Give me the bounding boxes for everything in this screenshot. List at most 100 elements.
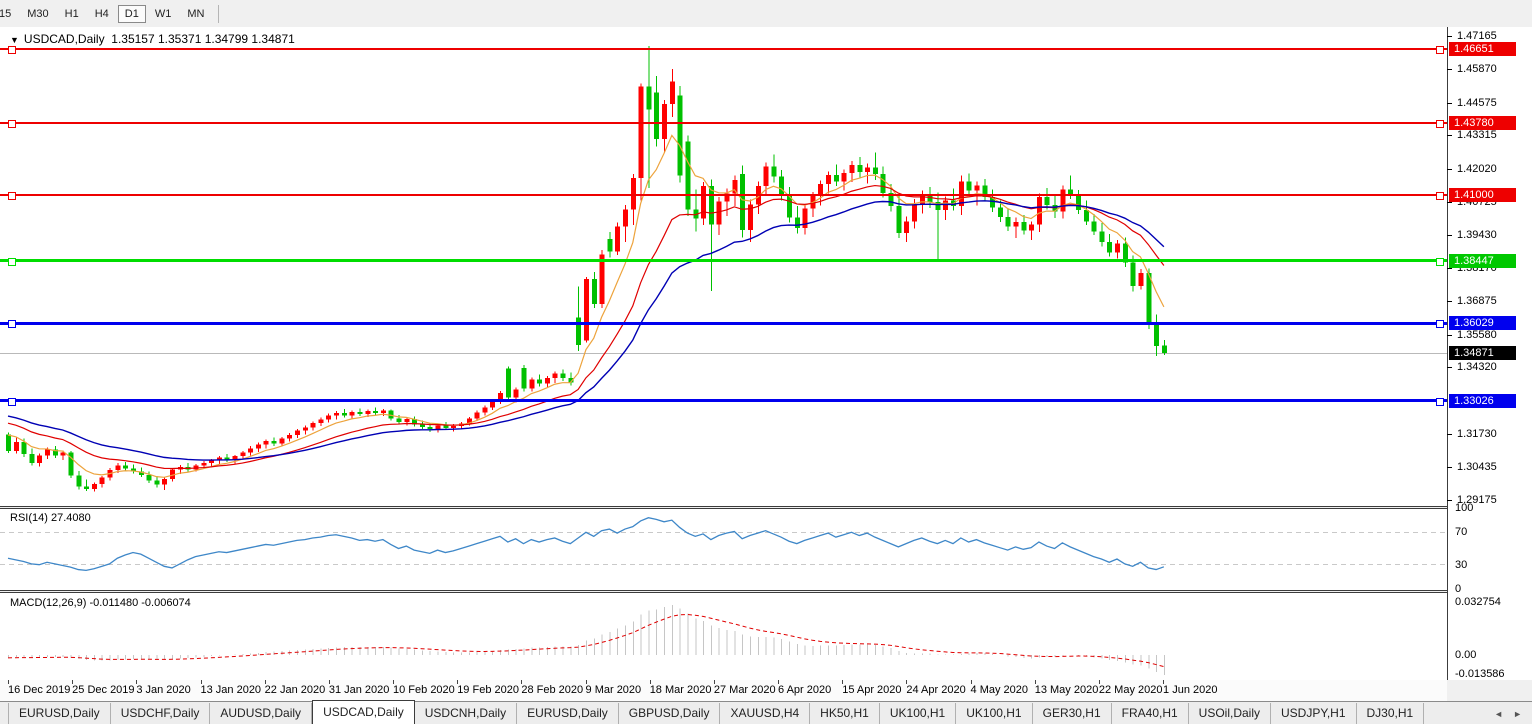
line-drag-handle[interactable] bbox=[8, 192, 16, 200]
price-tick-label: 1.31730 bbox=[1457, 428, 1497, 441]
chart-ohlc-values: 1.35157 1.35371 1.34799 1.34871 bbox=[111, 32, 295, 46]
chart-symbol: USDCAD,Daily bbox=[23, 32, 105, 46]
line-drag-handle[interactable] bbox=[1436, 120, 1444, 129]
timeframe-button-mn[interactable]: MN bbox=[180, 5, 211, 23]
price-badge: 1.38447 bbox=[1449, 253, 1516, 268]
line-drag-handle[interactable] bbox=[8, 46, 16, 55]
tab-fra40-h1[interactable]: FRA40,H1 bbox=[1112, 703, 1189, 724]
tab-dj30-h1[interactable]: DJ30,H1 bbox=[1357, 703, 1425, 724]
line-drag-handle[interactable] bbox=[8, 320, 16, 329]
line-drag-handle[interactable] bbox=[1436, 320, 1444, 329]
date-label: 6 Apr 2020 bbox=[778, 684, 832, 696]
tab-eurusd-daily[interactable]: EURUSD,Daily bbox=[8, 703, 111, 724]
support-resistance-line[interactable] bbox=[0, 399, 1447, 403]
tab-scroll-arrows: ◄ ► bbox=[1494, 702, 1522, 724]
rsi-panel[interactable] bbox=[0, 508, 1447, 591]
date-label: 1 Jun 2020 bbox=[1163, 684, 1218, 696]
timeframe-button-w1[interactable]: W1 bbox=[148, 5, 179, 23]
support-resistance-line[interactable] bbox=[0, 259, 1447, 263]
date-label: 22 Jan 2020 bbox=[264, 684, 326, 696]
line-drag-handle[interactable] bbox=[8, 397, 16, 406]
tab-usoil-daily[interactable]: USOil,Daily bbox=[1189, 703, 1272, 724]
price-tick-mark bbox=[1447, 434, 1452, 436]
rsi-axis-label: 0 bbox=[1455, 583, 1462, 595]
macd-axis-label: 0.00 bbox=[1455, 649, 1477, 661]
line-drag-handle[interactable] bbox=[8, 257, 16, 266]
support-resistance-line[interactable] bbox=[0, 48, 1447, 51]
macd-axis-label: -0.013586 bbox=[1455, 668, 1505, 680]
rsi-label: RSI(14) 27.4080 bbox=[10, 512, 91, 524]
support-resistance-line[interactable] bbox=[0, 122, 1447, 125]
tab-usdcad-daily[interactable]: USDCAD,Daily bbox=[312, 700, 415, 724]
tab-usdcnh-daily[interactable]: USDCNH,Daily bbox=[415, 703, 518, 724]
price-chart-panel[interactable] bbox=[0, 27, 1447, 507]
support-resistance-line[interactable] bbox=[0, 321, 1447, 325]
tab-xauusd-h4[interactable]: XAUUSD,H4 bbox=[720, 703, 811, 724]
price-tick-label: 1.44575 bbox=[1457, 96, 1497, 109]
timeframe-button-m30[interactable]: M30 bbox=[20, 5, 55, 23]
date-label: 16 Dec 2019 bbox=[8, 684, 71, 696]
price-tick-label: 1.36875 bbox=[1457, 295, 1497, 308]
price-tick-mark bbox=[1447, 102, 1452, 104]
tab-hk50-h1[interactable]: HK50,H1 bbox=[810, 703, 880, 724]
price-tick-mark bbox=[1447, 367, 1452, 369]
support-resistance-line[interactable] bbox=[0, 194, 1447, 196]
price-tick-mark bbox=[1447, 135, 1452, 137]
tab-usdjpy-h1[interactable]: USDJPY,H1 bbox=[1271, 703, 1357, 724]
rsi-axis-label: 30 bbox=[1455, 558, 1468, 571]
date-label: 10 Feb 2020 bbox=[393, 684, 455, 696]
price-badge: 1.43780 bbox=[1449, 116, 1516, 131]
macd-panel[interactable] bbox=[0, 592, 1447, 681]
date-label: 13 Jan 2020 bbox=[200, 684, 262, 696]
tab-eurusd-daily[interactable]: EURUSD,Daily bbox=[517, 703, 619, 724]
price-tick-mark bbox=[1447, 235, 1452, 237]
price-badge: 1.46651 bbox=[1449, 42, 1516, 57]
price-tick-label: 1.47165 bbox=[1457, 30, 1497, 42]
chart-dropdown-icon[interactable]: ▼ bbox=[10, 35, 19, 45]
tab-uk100-h1[interactable]: UK100,H1 bbox=[880, 703, 957, 724]
date-label: 25 Dec 2019 bbox=[72, 684, 135, 696]
tab-usdchf-daily[interactable]: USDCHF,Daily bbox=[111, 703, 211, 724]
date-label: 4 May 2020 bbox=[970, 684, 1029, 696]
date-label: 9 Mar 2020 bbox=[585, 684, 642, 696]
date-label: 19 Feb 2020 bbox=[457, 684, 519, 696]
tab-audusd-daily[interactable]: AUDUSD,Daily bbox=[210, 703, 313, 724]
scroll-right-icon[interactable]: ► bbox=[1513, 709, 1522, 719]
price-tick-mark bbox=[1447, 334, 1452, 336]
line-drag-handle[interactable] bbox=[1436, 397, 1444, 406]
price-tick-label: 1.42020 bbox=[1457, 162, 1497, 175]
tab-uk100-h1[interactable]: UK100,H1 bbox=[956, 703, 1033, 724]
timeframe-button-d1[interactable]: D1 bbox=[117, 4, 146, 23]
date-label: 13 May 2020 bbox=[1034, 684, 1099, 696]
symbol-tabs: EURUSD,Daily USDCHF,Daily AUDUSD,Daily USDC… bbox=[0, 700, 1425, 724]
price-tick-mark bbox=[1447, 36, 1452, 37]
scroll-left-icon[interactable]: ◄ bbox=[1494, 709, 1503, 719]
price-tick-mark bbox=[1447, 168, 1452, 170]
current-price-line bbox=[0, 353, 1447, 355]
price-tick-label: 1.39430 bbox=[1457, 229, 1497, 242]
line-drag-handle[interactable] bbox=[1436, 46, 1444, 55]
timeframe-button-h1[interactable]: H1 bbox=[58, 5, 86, 23]
price-badge: 1.41000 bbox=[1449, 188, 1516, 202]
date-label: 27 Mar 2020 bbox=[713, 684, 776, 696]
toolbar-divider bbox=[218, 4, 220, 23]
line-drag-handle[interactable] bbox=[8, 120, 16, 129]
timeframe-button-h4[interactable]: H4 bbox=[88, 5, 116, 23]
price-tick-label: 1.43315 bbox=[1457, 129, 1497, 142]
line-drag-handle[interactable] bbox=[1436, 192, 1444, 200]
date-label: 18 Mar 2020 bbox=[649, 684, 712, 696]
tab-gbpusd-daily[interactable]: GBPUSD,Daily bbox=[619, 703, 721, 724]
date-label: 28 Feb 2020 bbox=[521, 684, 584, 696]
date-label: 15 Apr 2020 bbox=[842, 684, 902, 696]
price-tick-mark bbox=[1447, 499, 1452, 501]
timeframe-toolbar: 15 M30 H1 H4 D1 W1 MN bbox=[0, 0, 1532, 28]
date-label: 22 May 2020 bbox=[1098, 684, 1163, 696]
price-tick-mark bbox=[1447, 301, 1452, 303]
timeframe-button-15[interactable]: 15 bbox=[0, 5, 18, 23]
price-badge: 1.34871 bbox=[1449, 346, 1516, 361]
tab-ger30-h1[interactable]: GER30,H1 bbox=[1033, 703, 1112, 724]
line-drag-handle[interactable] bbox=[1436, 257, 1444, 266]
rsi-axis-label: 70 bbox=[1455, 526, 1468, 539]
price-tick-mark bbox=[1447, 69, 1452, 71]
price-badge: 1.36029 bbox=[1449, 316, 1516, 331]
